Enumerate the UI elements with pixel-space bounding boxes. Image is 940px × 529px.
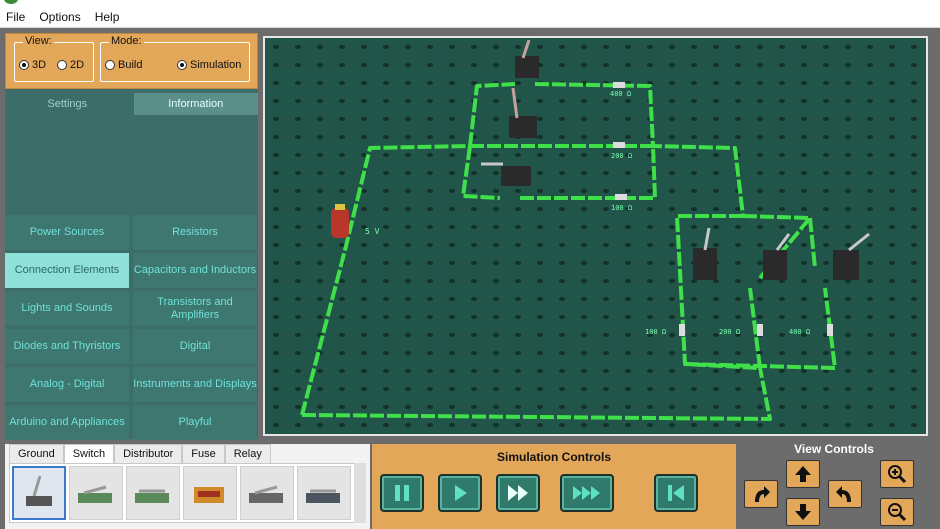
play-icon	[455, 485, 467, 501]
source-label: 5 V	[365, 227, 380, 236]
arrow-up-icon	[795, 466, 811, 482]
play-button[interactable]	[438, 474, 482, 512]
mode-group: Mode: Build Simulation	[100, 35, 250, 82]
component-palette: Ground Switch Distributor Fuse Relay	[5, 444, 370, 529]
circuit-canvas[interactable]: 5 V 400 Ω 200 Ω 100 Ω 100 Ω 200 Ω 400 Ω	[265, 38, 926, 434]
palette-tab-relay[interactable]: Relay	[224, 444, 271, 463]
menu-file[interactable]: File	[6, 10, 25, 24]
radio-2d-dot[interactable]	[57, 60, 67, 70]
menu-help[interactable]: Help	[95, 10, 120, 24]
app-body: View: 3D 2D Mode: Build Simulation Setti…	[0, 28, 940, 529]
category-digital[interactable]: Digital	[133, 329, 257, 364]
palette-tab-ground[interactable]: Ground	[9, 444, 64, 463]
switch-thumb-icon	[249, 485, 283, 503]
view-controls: View Controls	[740, 440, 940, 529]
radio-2d[interactable]: 2D	[57, 59, 84, 71]
mode-legend: Mode:	[109, 35, 144, 47]
zoom-out-button[interactable]	[880, 498, 914, 526]
rotate-right-button[interactable]	[828, 480, 862, 508]
rotate-right-icon	[836, 486, 851, 502]
palette-item-switch-5[interactable]	[240, 466, 294, 520]
category-diodes-thyristors[interactable]: Diodes and Thyristors	[5, 329, 129, 364]
pause-icon	[395, 485, 409, 501]
resistor-label-3: 100 Ω	[611, 204, 632, 212]
information-area	[5, 117, 258, 213]
radio-build-dot[interactable]	[105, 60, 115, 70]
palette-item-switch-1[interactable]	[12, 466, 66, 520]
left-panel: View: 3D 2D Mode: Build Simulation Setti…	[5, 33, 258, 440]
circuit-viewport[interactable]: 5 V 400 Ω 200 Ω 100 Ω 100 Ω 200 Ω 400 Ω	[263, 36, 928, 436]
palette-item-switch-3[interactable]	[126, 466, 180, 520]
category-transistors-amplifiers[interactable]: Transistors and Amplifiers	[133, 291, 257, 326]
palette-tab-distributor[interactable]: Distributor	[114, 444, 183, 463]
view-mode-box: View: 3D 2D Mode: Build Simulation	[5, 33, 258, 89]
palette-tab-switch[interactable]: Switch	[63, 444, 115, 463]
category-arduino-appliances[interactable]: Arduino and Appliances	[5, 405, 129, 440]
palette-item-switch-4[interactable]	[183, 466, 237, 520]
move-down-button[interactable]	[786, 498, 820, 526]
arrow-down-icon	[795, 504, 811, 520]
radio-simulation-label: Simulation	[190, 59, 242, 71]
zoom-in-icon	[888, 465, 907, 484]
menu-options[interactable]: Options	[39, 10, 80, 24]
switch-thumb-icon	[194, 487, 224, 503]
resistor-label-6: 400 Ω	[789, 328, 810, 336]
category-analog-digital[interactable]: Analog - Digital	[5, 367, 129, 402]
category-connection-elements[interactable]: Connection Elements	[5, 253, 129, 288]
fast-forward-icon	[508, 485, 528, 501]
palette-tab-fuse[interactable]: Fuse	[182, 444, 225, 463]
switch-thumb-icon	[135, 489, 169, 503]
resistor-label-4: 100 Ω	[645, 328, 666, 336]
radio-2d-label: 2D	[70, 59, 85, 71]
radio-build-label: Build	[118, 59, 143, 71]
view-legend: View:	[23, 35, 54, 47]
switch-thumb-icon	[306, 489, 340, 503]
fast-forward-button[interactable]	[496, 474, 540, 512]
palette-item-switch-6[interactable]	[297, 466, 351, 520]
category-playful[interactable]: Playful	[133, 405, 257, 440]
zoom-out-icon	[888, 503, 907, 522]
rotate-left-icon	[755, 486, 770, 502]
category-capacitors-inductors[interactable]: Capacitors and Inductors	[133, 253, 257, 288]
radio-3d[interactable]: 3D	[19, 59, 46, 71]
palette-tabs: Ground Switch Distributor Fuse Relay	[9, 444, 271, 463]
category-lights-sounds[interactable]: Lights and Sounds	[5, 291, 129, 326]
tab-settings[interactable]: Settings	[5, 93, 130, 115]
tab-information[interactable]: Information	[133, 93, 258, 115]
palette-scrollbar[interactable]	[354, 463, 366, 523]
app-icon	[4, 0, 18, 4]
simulation-controls: Simulation Controls	[372, 444, 736, 529]
pause-button[interactable]	[380, 474, 424, 512]
fastest-forward-button[interactable]	[560, 474, 614, 512]
move-up-button[interactable]	[786, 460, 820, 488]
radio-build[interactable]: Build	[105, 59, 142, 71]
view-controls-title: View Controls	[794, 442, 874, 456]
view-group: View: 3D 2D	[14, 35, 94, 82]
category-instruments-displays[interactable]: Instruments and Displays	[133, 367, 257, 402]
radio-simulation-dot[interactable]	[177, 60, 187, 70]
resistor-label-2: 200 Ω	[611, 152, 632, 160]
panel-tabs: Settings Information	[5, 93, 258, 115]
radio-simulation[interactable]: Simulation	[177, 59, 241, 71]
battery[interactable]	[331, 204, 349, 238]
reset-button[interactable]	[654, 474, 698, 512]
skip-back-icon	[668, 485, 684, 501]
category-power-sources[interactable]: Power Sources	[5, 215, 129, 250]
palette-item-switch-2[interactable]	[69, 466, 123, 520]
fastest-forward-icon	[573, 486, 600, 500]
radio-3d-dot[interactable]	[19, 60, 29, 70]
category-resistors[interactable]: Resistors	[133, 215, 257, 250]
category-grid: Power Sources Resistors Connection Eleme…	[5, 215, 258, 440]
switch-thumb-icon	[78, 485, 112, 503]
rotate-left-button[interactable]	[744, 480, 778, 508]
simulation-controls-title: Simulation Controls	[497, 450, 611, 464]
radio-3d-label: 3D	[32, 59, 47, 71]
menu-bar: File Options Help	[0, 6, 940, 28]
zoom-in-button[interactable]	[880, 460, 914, 488]
resistor-label-1: 400 Ω	[610, 90, 631, 98]
switch-thumb-icon	[26, 475, 52, 506]
resistor-label-5: 200 Ω	[719, 328, 740, 336]
palette-items	[9, 463, 366, 523]
